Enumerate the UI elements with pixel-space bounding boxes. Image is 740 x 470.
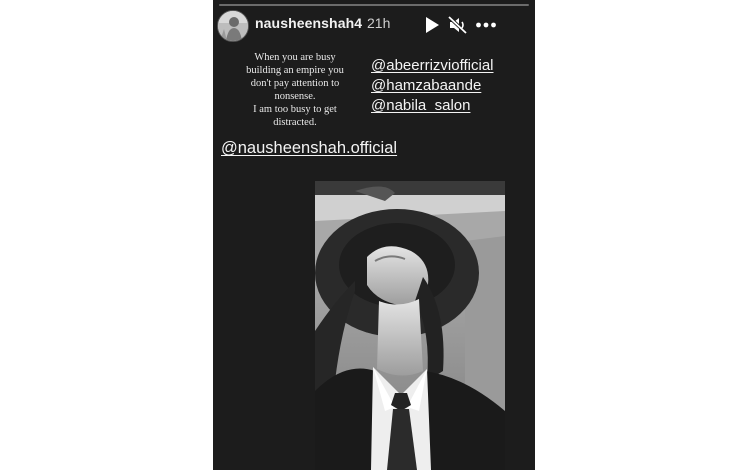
caption-line: building an empire you	[246, 65, 344, 76]
caption-line: nonsense.	[274, 91, 316, 102]
caption-line: distracted.	[273, 117, 317, 128]
mention-tag[interactable]: @hamzabaande	[371, 77, 535, 94]
more-icon[interactable]	[475, 14, 497, 36]
story-header: nausheenshah4 21h	[213, 8, 535, 44]
story-progress-bar	[219, 4, 529, 6]
timestamp: 21h	[367, 15, 391, 31]
mention-list: @abeerrizviofficial @hamzabaande @nabila…	[371, 57, 535, 114]
story-viewer[interactable]: nausheenshah4 21h When you are busy buil…	[213, 0, 535, 470]
username[interactable]: nausheenshah4	[255, 15, 362, 31]
story-photo	[315, 181, 505, 470]
avatar-image	[218, 11, 248, 41]
caption-line: When you are busy	[254, 52, 336, 63]
mention-tag[interactable]: @nabila_salon	[371, 97, 535, 114]
mute-icon[interactable]	[447, 14, 469, 36]
caption-line: I am too busy to get	[253, 104, 337, 115]
portrait-photo	[315, 181, 505, 470]
avatar[interactable]	[217, 10, 249, 42]
story-caption: When you are busy building an empire you…	[219, 51, 371, 129]
mention-tag[interactable]: @abeerrizviofficial	[371, 57, 535, 74]
main-mention-tag[interactable]: @nausheenshah.official	[221, 139, 397, 158]
caption-line: don't pay attention to	[250, 78, 340, 89]
play-icon[interactable]	[421, 14, 443, 36]
